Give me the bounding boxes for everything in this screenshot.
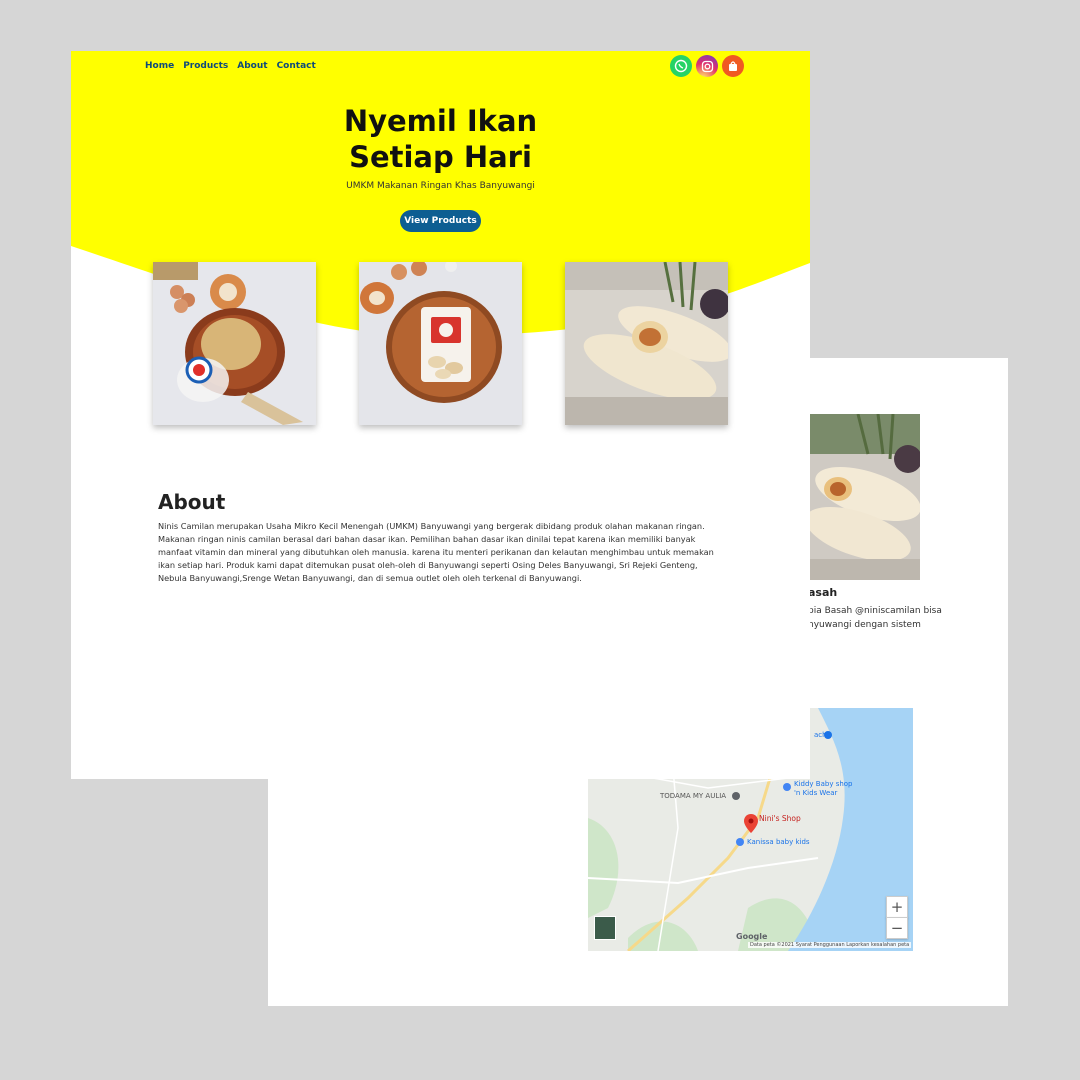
map-footer: Data peta ©2021 Syarat Penggunaan Lapork… <box>748 942 912 948</box>
hero-title-line: Setiap Hari <box>349 140 532 174</box>
main-nav: Home Products About Contact <box>145 61 316 71</box>
nav-contact[interactable]: Contact <box>277 61 316 71</box>
google-logo: Google <box>736 932 768 941</box>
about-title: About <box>158 490 226 514</box>
hero-subtitle: UMKM Makanan Ringan Khas Banyuwangi <box>346 181 535 191</box>
social-links <box>670 55 744 77</box>
satellite-toggle[interactable] <box>594 916 616 940</box>
fish-cracker-product-image[interactable] <box>359 262 522 425</box>
about-text: Ninis Camilan merupakan Usaha Mikro Keci… <box>158 521 714 583</box>
teri-product-image[interactable] <box>153 262 316 425</box>
poi-label: Kiddy Baby shop <box>794 780 853 788</box>
product-desc-line: pia Basah @niniscamilan bisa <box>808 606 942 616</box>
shop-icon[interactable] <box>722 55 744 77</box>
front-page-screenshot: Home Products About Contact Nyemil Ikan … <box>71 51 810 779</box>
product-desc-line: nyuwangi dengan sistem <box>808 620 921 630</box>
hero-title-line: Nyemil Ikan <box>343 104 538 138</box>
hero-title: Nyemil Ikan Setiap Hari <box>71 103 810 175</box>
poi-label: TODAMA MY AULIA <box>660 792 727 800</box>
whatsapp-icon[interactable] <box>670 55 692 77</box>
crepe-roll-product-image[interactable] <box>565 262 728 425</box>
poi-label: Kanissa baby kids <box>747 838 810 846</box>
nav-products[interactable]: Products <box>183 61 228 71</box>
zoom-in-button[interactable]: + <box>886 896 908 918</box>
crepe-roll-photo-partial <box>808 414 920 580</box>
poi-label: ach <box>814 731 827 739</box>
nav-about[interactable]: About <box>237 61 267 71</box>
nav-home[interactable]: Home <box>145 61 174 71</box>
zoom-out-button[interactable]: − <box>886 917 908 939</box>
instagram-icon[interactable] <box>696 55 718 77</box>
shop-pin-label: Nini's Shop <box>759 814 801 823</box>
poi-label: 'n Kids Wear <box>794 789 838 797</box>
view-products-button[interactable]: View Products <box>400 210 481 232</box>
product-title-partial: asah <box>808 586 838 599</box>
